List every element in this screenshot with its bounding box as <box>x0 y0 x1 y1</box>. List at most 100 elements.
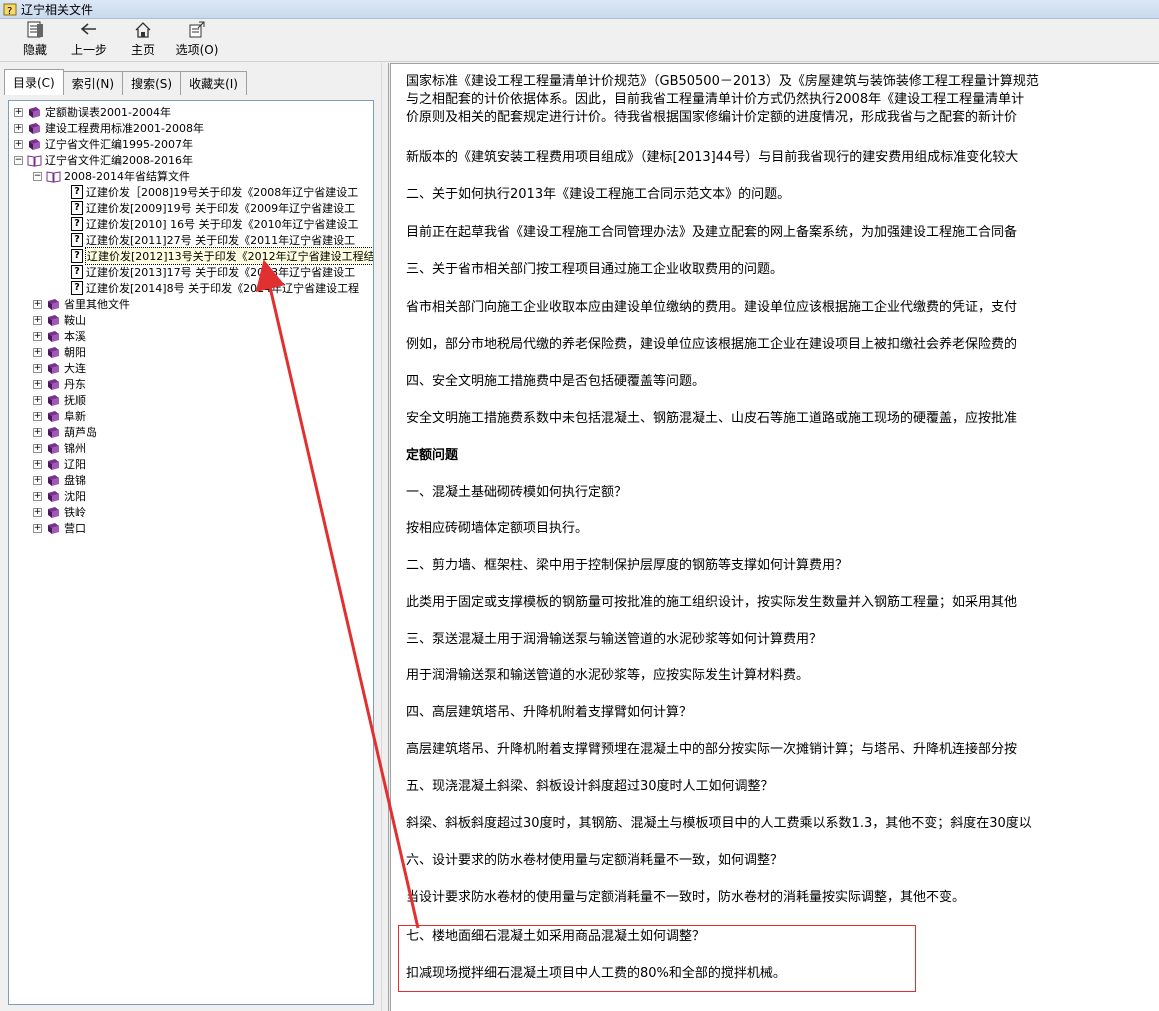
tree-folder[interactable]: + 定额勘误表2001-2004年 <box>9 104 373 120</box>
tab-contents[interactable]: 目录(C) <box>4 69 64 95</box>
tree-document[interactable]: ?辽建价发[2012]13号关于印发《2012年辽宁省建设工程结算工作会议纪要》… <box>9 247 373 265</box>
expander-icon[interactable]: + <box>33 491 42 501</box>
home-button[interactable]: 主页 <box>116 20 170 61</box>
content-paragraph: 二、剪力墙、框架柱、梁中用于控制保护层厚度的钢筋等支撑如何计算费用？ <box>406 558 849 573</box>
tab-index[interactable]: 索引(N) <box>62 71 124 95</box>
expander-icon[interactable]: − <box>33 171 42 181</box>
tree-folder[interactable]: + 辽宁省文件汇编1995-2007年 <box>9 136 373 152</box>
tree-document[interactable]: ? 辽建价发[2009]19号 关于印发《2009年辽宁省建设工 <box>9 200 373 216</box>
expander-icon[interactable]: + <box>14 139 23 149</box>
contents-tree[interactable]: + 定额勘误表2001-2004年 + 建设工程费用标准2001-2008年 + 辽宁省文… <box>8 100 374 1005</box>
book-icon <box>48 506 59 518</box>
svg-text:?: ? <box>7 6 12 16</box>
tree-node-label: 抚顺 <box>64 394 86 407</box>
expander-icon[interactable]: + <box>33 475 42 485</box>
tree-region-folder[interactable]: + 葫芦岛 <box>9 424 373 440</box>
help-page-icon: ? <box>71 265 83 279</box>
tree-region-folder[interactable]: + 辽阳 <box>9 456 373 472</box>
tree-node-label: 辽建价发[2011]27号 关于印发《2011年辽宁省建设工 <box>86 234 356 247</box>
expander-icon[interactable]: + <box>33 299 42 309</box>
help-page-icon: ? <box>71 201 83 215</box>
tree-node-label: 辽宁省文件汇编1995-2007年 <box>45 138 193 151</box>
tree-region-folder[interactable]: + 盘锦 <box>9 472 373 488</box>
tree-node-label: 辽建价发[2014]8号 关于印发《2014年辽宁省建设工程 <box>86 282 360 295</box>
content-paragraph: 六、设计要求的防水卷材使用量与定额消耗量不一致，如何调整？ <box>406 853 784 868</box>
content-paragraph: 用于润滑输送泵和输送管道的水泥砂浆等，应按实际发生计算材料费。 <box>406 668 810 683</box>
book-icon <box>48 410 59 422</box>
book-icon <box>48 490 59 502</box>
help-page-icon: ? <box>71 217 83 231</box>
tree-region-folder[interactable]: + 营口 <box>9 520 373 536</box>
options-button[interactable]: 选项(O) <box>170 20 224 61</box>
nav-tabs: 目录(C) 索引(N) 搜索(S) 收藏夹(I) <box>4 69 247 95</box>
options-icon <box>189 21 205 38</box>
expander-icon[interactable]: + <box>33 379 42 389</box>
tree-node-label: 辽宁省文件汇编2008-2016年 <box>45 154 193 167</box>
expander-icon[interactable]: + <box>33 363 42 373</box>
content-paragraph: 三、关于省市相关部门按工程项目通过施工企业收取费用的问题。 <box>406 262 784 277</box>
tab-favorites[interactable]: 收藏夹(I) <box>180 71 247 95</box>
expander-icon[interactable]: + <box>33 459 42 469</box>
pane-splitter[interactable] <box>381 63 389 1011</box>
book-icon <box>48 378 59 390</box>
help-page-icon: ? <box>71 281 83 295</box>
content-paragraph: 省市相关部门向施工企业收取本应由建设单位缴纳的费用。建设单位应该根据施工企业代缴… <box>406 300 1018 315</box>
expander-icon[interactable]: + <box>33 395 42 405</box>
tree-region-folder[interactable]: + 铁岭 <box>9 504 373 520</box>
tree-node-label: 朝阳 <box>64 346 86 359</box>
tree-node-label: 辽建价发［2008]19号关于印发《2008年辽宁省建设工 <box>86 186 359 199</box>
content-paragraph: 国家标准《建设工程工程量清单计价规范》（GB50500－2013）及《房屋建筑与… <box>406 74 1039 89</box>
content-paragraph: 七、楼地面细石混凝土如采用商品混凝土如何调整？ <box>406 929 706 944</box>
tree-region-folder[interactable]: + 大连 <box>9 360 373 376</box>
tree-region-folder[interactable]: + 抚顺 <box>9 392 373 408</box>
content-paragraph: 按相应砖砌墙体定额项目执行。 <box>406 521 589 536</box>
tab-search[interactable]: 搜索(S) <box>122 71 182 95</box>
tree-region-folder[interactable]: + 鞍山 <box>9 312 373 328</box>
tree-document[interactable]: ? 辽建价发[2013]17号 关于印发《2013年辽宁省建设工 <box>9 264 373 280</box>
open-book-icon <box>27 154 42 167</box>
expander-icon[interactable]: − <box>14 155 23 165</box>
expander-icon[interactable]: + <box>14 107 23 117</box>
expander-icon[interactable]: + <box>33 427 42 437</box>
tree-folder[interactable]: + 建设工程费用标准2001-2008年 <box>9 120 373 136</box>
tree-region-folder[interactable]: + 本溪 <box>9 328 373 344</box>
tree-region-folder[interactable]: + 沈阳 <box>9 488 373 504</box>
tree-region-folder[interactable]: + 丹东 <box>9 376 373 392</box>
tree-node-label: 定额勘误表2001-2004年 <box>45 106 171 119</box>
content-paragraph: 三、泵送混凝土用于润滑输送泵与输送管道的水泥砂浆等如何计算费用？ <box>406 632 823 647</box>
expander-icon[interactable]: + <box>14 123 23 133</box>
expander-icon[interactable]: + <box>33 523 42 533</box>
hide-button[interactable]: 隐藏 <box>8 20 62 61</box>
back-button[interactable]: 上一步 <box>62 20 116 61</box>
book-icon <box>48 394 59 406</box>
content-paragraph: 一、混凝土基础砌砖模如何执行定额？ <box>406 485 628 500</box>
tree-region-folder[interactable]: + 阜新 <box>9 408 373 424</box>
tree-node-label: 本溪 <box>64 330 86 343</box>
expander-icon[interactable]: + <box>33 331 42 341</box>
content-paragraph: 斜梁、斜板斜度超过30度时，其钢筋、混凝土与模板项目中的人工费乘以系数1.3，其… <box>406 816 1032 831</box>
expander-icon[interactable]: + <box>33 507 42 517</box>
content-paragraph: 新版本的《建筑安装工程费用项目组成》（建标[2013]44号）与目前我省现行的建… <box>406 150 1019 165</box>
tree-document[interactable]: ? 辽建价发[2010] 16号 关于印发《2010年辽宁省建设工 <box>9 216 373 232</box>
expander-icon[interactable]: + <box>33 347 42 357</box>
tree-region-folder[interactable]: + 朝阳 <box>9 344 373 360</box>
expander-icon[interactable]: + <box>33 443 42 453</box>
tree-document[interactable]: ? 辽建价发[2014]8号 关于印发《2014年辽宁省建设工程 <box>9 280 373 296</box>
content-paragraph: 四、高层建筑塔吊、升降机附着支撑臂如何计算？ <box>406 705 693 720</box>
tree-node-label: 省里其他文件 <box>64 298 130 311</box>
help-page-icon: ? <box>71 233 83 247</box>
content-paragraph: 与之相配套的计价依据体系。因此，目前我省工程量清单计价方式仍然执行2008年《建… <box>406 92 1025 107</box>
expander-icon[interactable]: + <box>33 315 42 325</box>
tree-region-folder[interactable]: + 省里其他文件 <box>9 296 373 312</box>
expander-icon[interactable]: + <box>33 411 42 421</box>
window-title: 辽宁相关文件 <box>21 2 94 17</box>
tree-region-folder[interactable]: + 锦州 <box>9 440 373 456</box>
book-icon <box>48 346 59 358</box>
book-icon <box>29 122 40 134</box>
tree-document[interactable]: ? 辽建价发[2011]27号 关于印发《2011年辽宁省建设工 <box>9 232 373 248</box>
content-paragraph: 安全文明施工措施费系数中未包括混凝土、钢筋混凝土、山皮石等施工道路或施工现场的硬… <box>406 411 1018 426</box>
tree-folder[interactable]: − 辽宁省文件汇编2008-2016年 <box>9 152 373 168</box>
tree-subfolder[interactable]: − 2008-2014年省结算文件 <box>9 168 373 184</box>
tree-document[interactable]: ? 辽建价发［2008]19号关于印发《2008年辽宁省建设工 <box>9 184 373 200</box>
tree-node-label: 2008-2014年省结算文件 <box>64 170 190 183</box>
